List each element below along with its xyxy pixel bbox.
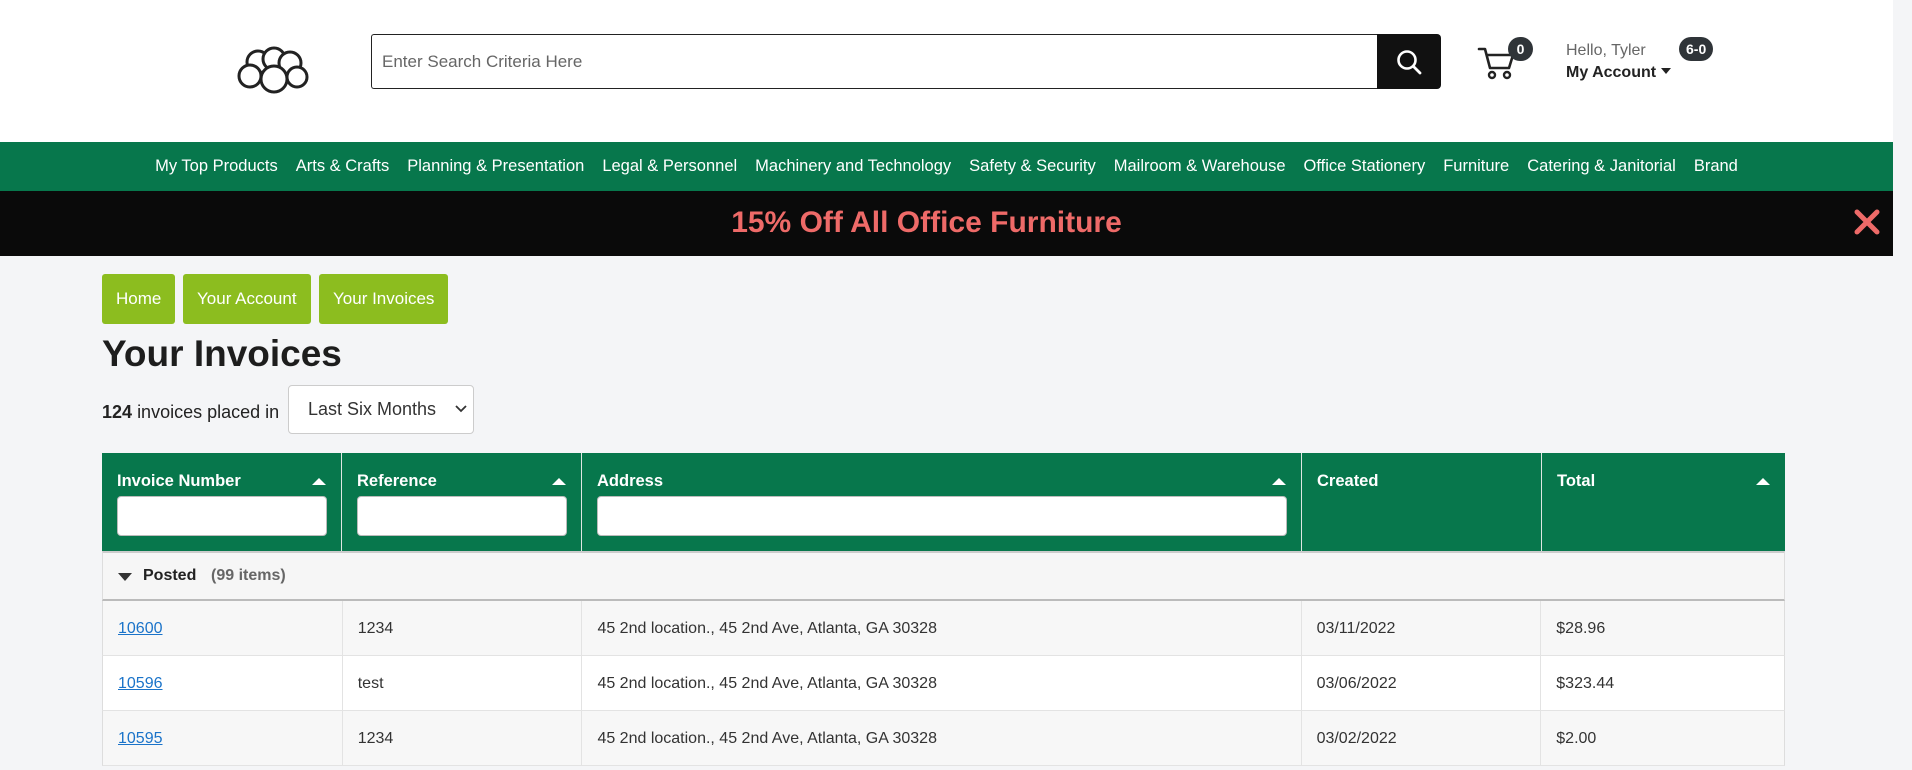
column-header-label: Address bbox=[597, 472, 664, 490]
search-input[interactable] bbox=[371, 34, 1377, 89]
table-row: 10600 1234 45 2nd location., 45 2nd Ave,… bbox=[102, 601, 1785, 656]
period-select-value: Last Six Months bbox=[308, 399, 437, 419]
reference-cell: 1234 bbox=[343, 711, 583, 765]
account-badge: 6-0 bbox=[1679, 37, 1714, 61]
column-header-label: Created bbox=[1317, 472, 1379, 490]
group-label: Posted bbox=[143, 567, 197, 584]
nav-item-machinery-technology[interactable]: Machinery and Technology bbox=[746, 157, 960, 176]
invoice-link[interactable]: 10596 bbox=[118, 675, 163, 692]
breadcrumb-your-invoices[interactable]: Your Invoices bbox=[319, 274, 449, 324]
invoice-count: 124 bbox=[102, 402, 133, 422]
my-account-label: My Account bbox=[1566, 64, 1657, 81]
page-title: Your Invoices bbox=[102, 333, 342, 374]
nav-item-legal-personnel[interactable]: Legal & Personnel bbox=[593, 157, 746, 176]
cart-count-badge: 0 bbox=[1508, 37, 1533, 61]
search-icon bbox=[1397, 49, 1422, 74]
total-cell: $2.00 bbox=[1556, 730, 1597, 747]
greeting-text: Hello, Tyler bbox=[1566, 42, 1646, 59]
sort-arrow-icon[interactable] bbox=[312, 478, 326, 485]
nav-item-furniture[interactable]: Furniture bbox=[1434, 157, 1518, 176]
nav-item-safety-security[interactable]: Safety & Security bbox=[960, 157, 1105, 176]
nav-item-mailroom-warehouse[interactable]: Mailroom & Warehouse bbox=[1105, 157, 1295, 176]
invoice-link[interactable]: 10595 bbox=[118, 730, 163, 747]
invoice-number-filter[interactable] bbox=[117, 496, 327, 536]
column-header-label: Reference bbox=[357, 472, 437, 490]
group-count: (99 items) bbox=[211, 567, 286, 584]
column-address: Address bbox=[582, 453, 1302, 551]
nav-item-office-stationery[interactable]: Office Stationery bbox=[1295, 157, 1435, 176]
created-cell: 03/11/2022 bbox=[1302, 601, 1542, 655]
sort-arrow-icon[interactable] bbox=[1272, 478, 1286, 485]
category-nav: My Top Products Arts & Crafts Planning &… bbox=[0, 142, 1893, 191]
total-cell: $28.96 bbox=[1556, 620, 1606, 637]
logo-icon[interactable] bbox=[236, 46, 310, 94]
period-select[interactable]: Last Six Months bbox=[288, 385, 474, 434]
search-button[interactable] bbox=[1377, 34, 1441, 89]
reference-cell: test bbox=[343, 656, 583, 710]
sort-arrow-icon[interactable] bbox=[552, 478, 566, 485]
promo-banner: 15% Off All Office Furniture bbox=[0, 191, 1893, 256]
nav-item-planning-presentation[interactable]: Planning & Presentation bbox=[398, 157, 593, 176]
breadcrumb-home[interactable]: Home bbox=[102, 274, 176, 324]
site-header: 0 Hello, Tyler My Account 6-0 bbox=[0, 0, 1893, 142]
address-filter[interactable] bbox=[597, 496, 1287, 536]
column-header-label: Total bbox=[1557, 472, 1596, 490]
created-cell: 03/02/2022 bbox=[1302, 711, 1542, 765]
column-created: Created bbox=[1302, 453, 1542, 551]
column-invoice-number: Invoice Number bbox=[102, 453, 342, 551]
collapse-triangle-icon[interactable] bbox=[118, 573, 132, 581]
column-reference: Reference bbox=[342, 453, 582, 551]
invoice-cell: 10600 bbox=[103, 601, 343, 655]
invoice-count-text: 124 invoices placed in bbox=[102, 402, 279, 423]
reference-cell: 1234 bbox=[343, 601, 583, 655]
my-account-dropdown[interactable]: My Account bbox=[1566, 64, 1672, 82]
table-header: Invoice Number Reference Address Created… bbox=[102, 453, 1785, 551]
address-cell: 45 2nd location., 45 2nd Ave, Atlanta, G… bbox=[582, 601, 1302, 655]
table-row: 10596 test 45 2nd location., 45 2nd Ave,… bbox=[102, 656, 1785, 711]
invoices-table: Invoice Number Reference Address Created… bbox=[102, 453, 1785, 766]
nav-item-my-top-products[interactable]: My Top Products bbox=[146, 157, 287, 176]
address-cell: 45 2nd location., 45 2nd Ave, Atlanta, G… bbox=[582, 711, 1302, 765]
created-cell: 03/06/2022 bbox=[1302, 656, 1542, 710]
invoice-count-suffix: invoices placed in bbox=[137, 402, 280, 422]
close-icon[interactable] bbox=[1853, 208, 1881, 236]
column-header-label: Invoice Number bbox=[117, 472, 241, 490]
table-row: 10595 1234 45 2nd location., 45 2nd Ave,… bbox=[102, 711, 1785, 766]
search-bar bbox=[371, 34, 1441, 89]
sort-arrow-icon[interactable] bbox=[1756, 478, 1770, 485]
column-total: Total bbox=[1542, 453, 1785, 551]
total-cell: $323.44 bbox=[1556, 675, 1615, 692]
chevron-down-icon bbox=[455, 405, 467, 413]
caret-down-icon bbox=[1661, 68, 1672, 74]
nav-item-arts-crafts[interactable]: Arts & Crafts bbox=[287, 157, 399, 176]
address-cell: 45 2nd location., 45 2nd Ave, Atlanta, G… bbox=[582, 656, 1302, 710]
invoice-link[interactable]: 10600 bbox=[118, 620, 163, 637]
nav-item-brand[interactable]: Brand bbox=[1685, 157, 1747, 176]
group-row-posted[interactable]: Posted (99 items) bbox=[102, 551, 1785, 601]
invoice-cell: 10595 bbox=[103, 711, 343, 765]
invoice-cell: 10596 bbox=[103, 656, 343, 710]
promo-text: 15% Off All Office Furniture bbox=[731, 206, 1122, 239]
nav-item-catering-janitorial[interactable]: Catering & Janitorial bbox=[1518, 157, 1685, 176]
breadcrumb-your-account[interactable]: Your Account bbox=[183, 274, 311, 324]
reference-filter[interactable] bbox=[357, 496, 567, 536]
